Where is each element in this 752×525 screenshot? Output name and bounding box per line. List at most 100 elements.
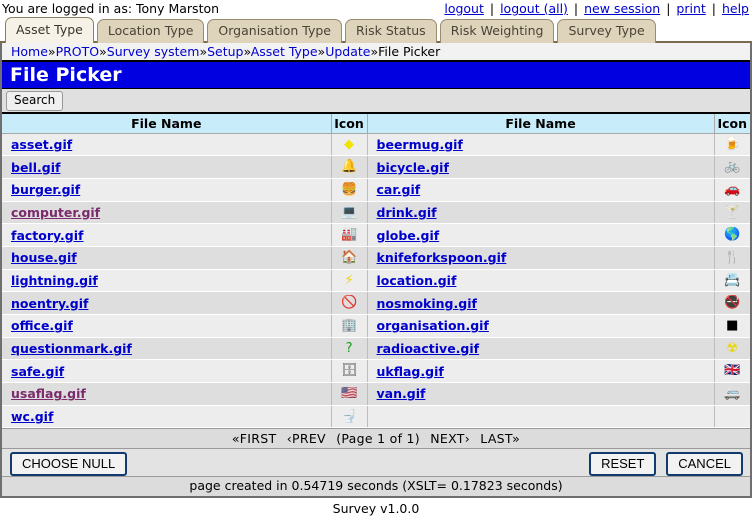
breadcrumb-item-proto[interactable]: PROTO [56, 44, 100, 59]
file-link[interactable]: lightning.gif [11, 273, 98, 288]
tab-asset-type[interactable]: Asset Type [5, 17, 94, 43]
logout-all-link[interactable]: logout (all) [500, 1, 568, 16]
tab-bar: Asset Type Location Type Organisation Type… [0, 17, 752, 43]
file-name-cell: house.gif [2, 246, 332, 270]
column-header-icon-left: Icon [331, 114, 368, 134]
cancel-button[interactable]: CANCEL [666, 452, 743, 477]
lightning-icon: ⚡ [344, 272, 354, 288]
file-link[interactable]: factory.gif [11, 228, 83, 243]
location-card-icon: 📇 [724, 272, 741, 288]
breadcrumb-item-home[interactable]: Home [11, 44, 48, 59]
breadcrumb-item-asset-type[interactable]: Asset Type [251, 44, 318, 59]
breadcrumb-item-update[interactable]: Update [325, 44, 370, 59]
file-name-cell: wc.gif [2, 405, 332, 429]
file-link[interactable]: nosmoking.gif [377, 296, 477, 311]
file-link[interactable]: location.gif [377, 273, 457, 288]
breadcrumb-sep-2: » [99, 44, 107, 59]
table-row: lightning.gif ⚡ location.gif 📇 [2, 269, 750, 293]
table-row: safe.gif 🗄 ukflag.gif 🇬🇧 [2, 359, 750, 384]
file-link[interactable]: ukflag.gif [377, 364, 444, 379]
icon-cell: 🇬🇧 [714, 359, 750, 384]
table-row: bell.gif 🔔 bicycle.gif 🚲 [2, 155, 750, 179]
file-name-cell: bell.gif [2, 155, 332, 179]
file-link[interactable]: bell.gif [11, 160, 60, 175]
logout-link[interactable]: logout [444, 1, 484, 16]
icon-cell: 🏠 [331, 246, 368, 270]
column-header-icon-right: Icon [714, 114, 750, 134]
pager-prev-link[interactable]: ‹PREV [284, 431, 329, 446]
choose-null-button[interactable]: CHOOSE NULL [10, 452, 128, 477]
tab-survey-type[interactable]: Survey Type [557, 19, 656, 43]
table-row: office.gif 🏢 organisation.gif ■ [2, 314, 750, 338]
file-link[interactable]: wc.gif [11, 409, 53, 424]
file-link[interactable]: house.gif [11, 250, 77, 265]
file-name-cell: beermug.gif [367, 133, 715, 157]
icon-cell: 🚗 [714, 178, 750, 202]
tab-organisation-type[interactable]: Organisation Type [207, 19, 342, 43]
tab-risk-weighting[interactable]: Risk Weighting [439, 19, 555, 43]
file-link[interactable]: burger.gif [11, 182, 80, 197]
top-links: logout | logout (all) | new session | pr… [444, 1, 749, 16]
file-name-cell: computer.gif [2, 201, 332, 225]
pager-first-link[interactable]: «FIRST [229, 431, 280, 446]
breadcrumb-item-survey-system[interactable]: Survey system [107, 44, 200, 59]
file-name-cell: drink.gif [367, 201, 715, 225]
file-name-cell: organisation.gif [367, 314, 715, 338]
file-link[interactable]: knifeforkspoon.gif [377, 250, 507, 265]
icon-cell: ? [331, 337, 368, 361]
search-button[interactable]: Search [6, 91, 64, 111]
icon-cell: ◆ [331, 133, 368, 157]
file-name-cell: globe.gif [367, 223, 715, 247]
file-link[interactable]: globe.gif [377, 228, 440, 243]
breadcrumb-sep-3: » [199, 44, 208, 59]
icon-cell: 🚐 [714, 382, 750, 406]
file-link[interactable]: noentry.gif [11, 296, 88, 311]
file-name-cell: burger.gif [2, 178, 332, 202]
file-name-cell: knifeforkspoon.gif [367, 246, 715, 270]
burger-icon: 🍔 [341, 181, 358, 197]
print-link[interactable]: print [676, 1, 705, 16]
table-header-row: File Name Icon File Name Icon [2, 114, 750, 134]
breadcrumb-item-setup[interactable]: Setup [207, 44, 243, 59]
icon-cell: 🔔 [331, 155, 368, 179]
reset-button[interactable]: RESET [589, 452, 657, 477]
pager-last-link[interactable]: LAST» [477, 431, 523, 446]
file-link[interactable]: drink.gif [377, 205, 437, 220]
file-link[interactable]: usaflag.gif [11, 386, 86, 401]
help-link[interactable]: help [722, 1, 749, 16]
file-name-cell: factory.gif [2, 223, 332, 247]
file-link[interactable]: car.gif [377, 182, 421, 197]
pager-page-info: (Page 1 of 1) [336, 431, 420, 447]
pager-next-link[interactable]: NEXT› [427, 431, 473, 446]
icon-cell: 🇺🇸 [331, 382, 368, 406]
file-link[interactable]: organisation.gif [377, 318, 489, 333]
radioactive-icon: ☢ [726, 340, 739, 356]
file-link[interactable]: office.gif [11, 318, 73, 333]
file-link[interactable]: computer.gif [11, 205, 100, 220]
cutlery-icon: 🍴 [724, 250, 741, 266]
icon-cell: 🏢 [331, 314, 368, 338]
tab-risk-status[interactable]: Risk Status [344, 19, 437, 43]
page-title: File Picker [2, 62, 750, 89]
file-link[interactable]: van.gif [377, 386, 426, 401]
tab-location-type[interactable]: Location Type [96, 19, 205, 43]
app-version-text: Survey v1.0.0 [0, 498, 752, 517]
icon-cell: 🌎 [714, 223, 750, 247]
table-row: noentry.gif 🚫 nosmoking.gif 🚭 [2, 291, 750, 315]
file-name-cell [367, 405, 715, 429]
file-link[interactable]: safe.gif [11, 364, 64, 379]
table-row: usaflag.gif 🇺🇸 van.gif 🚐 [2, 382, 750, 406]
file-link[interactable]: questionmark.gif [11, 341, 132, 356]
file-link[interactable]: beermug.gif [377, 137, 463, 152]
file-name-cell: radioactive.gif [367, 337, 715, 361]
new-session-link[interactable]: new session [584, 1, 660, 16]
beermug-icon: 🍺 [724, 136, 741, 152]
no-entry-icon: 🚫 [341, 295, 358, 311]
file-name-cell: safe.gif [2, 359, 332, 384]
file-link[interactable]: bicycle.gif [377, 160, 449, 175]
column-header-file-name-right: File Name [367, 114, 715, 134]
file-link[interactable]: asset.gif [11, 137, 72, 152]
file-link[interactable]: radioactive.gif [377, 341, 480, 356]
link-separator-2: | [573, 1, 579, 16]
file-name-cell: questionmark.gif [2, 337, 332, 361]
